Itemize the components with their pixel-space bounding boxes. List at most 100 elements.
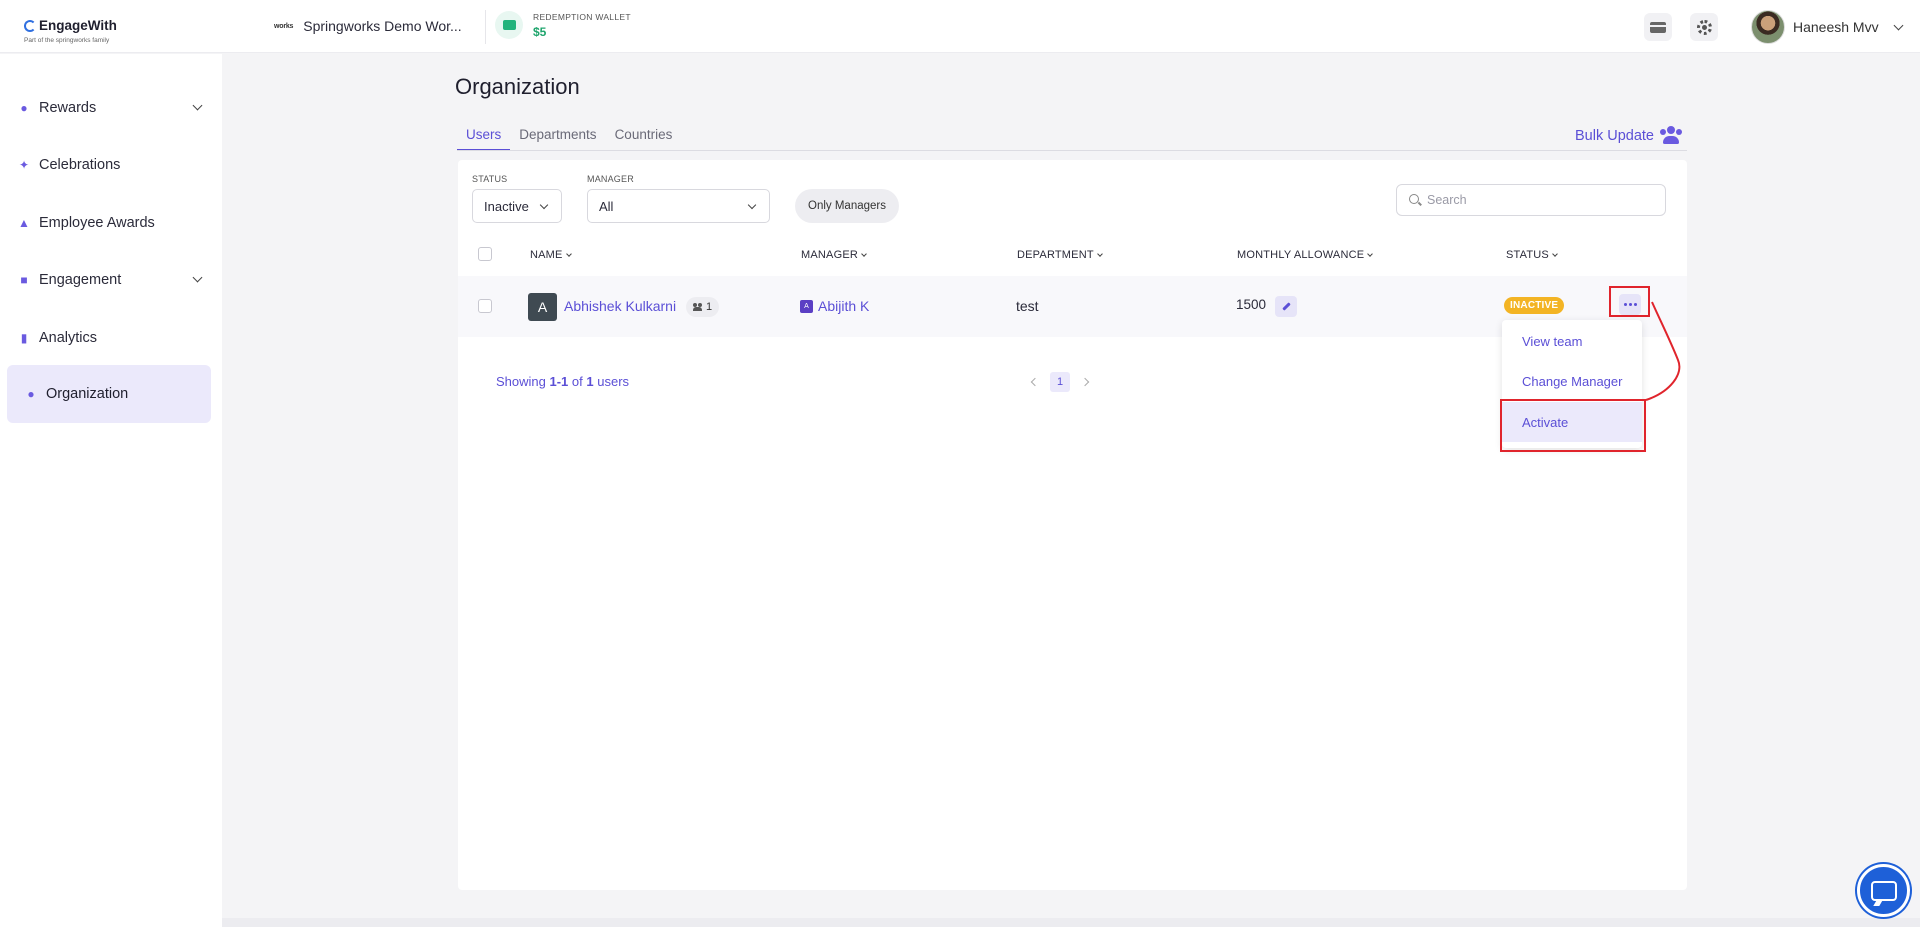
- wallet-icon: [495, 11, 523, 39]
- column-header-label: NAME: [530, 249, 563, 261]
- status-filter-value: Inactive: [484, 198, 529, 214]
- tab-bar: Users Departments Countries: [457, 125, 681, 151]
- sidebar: ● Rewards ✦ Celebrations ▲ Employee Awar…: [0, 54, 222, 927]
- chevron-down-icon: [192, 100, 203, 111]
- team-icon: [693, 303, 702, 311]
- showing-prefix: Showing: [496, 374, 546, 389]
- chevron-down-icon: [192, 272, 203, 283]
- sidebar-item-label: Celebrations: [39, 157, 121, 173]
- sidebar-item-label: Analytics: [39, 330, 98, 346]
- manager-filter-label: MANAGER: [587, 174, 634, 184]
- chevron-right-icon[interactable]: [1080, 377, 1090, 387]
- header-divider: [485, 10, 486, 44]
- billing-button[interactable]: [1644, 13, 1672, 41]
- sort-chevron-icon: [1096, 250, 1103, 257]
- people-icon: ●: [27, 387, 35, 401]
- user-name-link[interactable]: Abhishek Kulkarni: [564, 298, 676, 314]
- manager-link[interactable]: Abijith K: [818, 298, 869, 314]
- search-input[interactable]: Search: [1396, 184, 1666, 216]
- sidebar-item-label: Employee Awards: [39, 215, 155, 231]
- select-all-checkbox[interactable]: [478, 247, 492, 261]
- status-filter-label: STATUS: [472, 174, 508, 184]
- medal-icon: ●: [20, 101, 28, 115]
- sidebar-item-label: Rewards: [39, 100, 97, 116]
- redemption-wallet[interactable]: REDEMPTION WALLET $5: [495, 11, 631, 39]
- status-badge: INACTIVE: [1504, 297, 1565, 314]
- column-header-label: STATUS: [1506, 249, 1549, 261]
- column-header-manager[interactable]: MANAGER: [801, 249, 867, 261]
- avatar: A: [528, 293, 557, 321]
- users-edit-icon: [1660, 126, 1682, 146]
- top-bar: EngageWith Part of the springworks famil…: [0, 0, 1920, 53]
- monthly-allowance-value: 1500: [1236, 297, 1267, 312]
- trophy-icon: ▲: [18, 216, 30, 230]
- column-header-status[interactable]: STATUS: [1506, 249, 1558, 261]
- tab-divider: [457, 150, 1687, 151]
- sidebar-item-engagement[interactable]: ■ Engagement: [7, 252, 211, 308]
- team-count: 1: [706, 301, 713, 313]
- brand-tagline: Part of the springworks family: [24, 37, 110, 44]
- showing-range: 1-1: [549, 374, 569, 389]
- only-managers-toggle[interactable]: Only Managers: [795, 189, 899, 223]
- page-number[interactable]: 1: [1050, 372, 1070, 392]
- column-header-department[interactable]: DEPARTMENT: [1017, 249, 1103, 261]
- wallet-amount: $5: [533, 24, 547, 39]
- status-filter-select[interactable]: Inactive: [472, 189, 562, 223]
- sidebar-item-organization[interactable]: ● Organization: [7, 365, 211, 423]
- brand-name: EngageWith: [39, 18, 117, 33]
- sort-chevron-icon: [861, 250, 867, 257]
- workspace-switcher[interactable]: works Springworks Demo Wor...: [274, 18, 462, 34]
- menu-item-view-team[interactable]: View team: [1502, 321, 1642, 361]
- wallet-label: REDEMPTION WALLET: [533, 11, 631, 22]
- column-header-label: MANAGER: [801, 249, 859, 261]
- tab-departments[interactable]: Departments: [510, 125, 605, 151]
- team-count-badge[interactable]: 1: [686, 297, 720, 317]
- sidebar-item-celebrations[interactable]: ✦ Celebrations: [7, 137, 211, 193]
- showing-total: 1: [586, 374, 594, 389]
- bar-chart-icon: ▮: [20, 331, 28, 345]
- chevron-down-icon: [1893, 20, 1904, 30]
- engagement-icon: ■: [20, 273, 28, 287]
- edit-allowance-button[interactable]: [1275, 296, 1297, 317]
- sort-chevron-icon: [565, 250, 572, 257]
- showing-suffix: users: [597, 374, 630, 389]
- sidebar-item-employee-awards[interactable]: ▲ Employee Awards: [7, 195, 211, 251]
- avatar: [1751, 10, 1785, 44]
- sort-chevron-icon: [1367, 250, 1374, 257]
- tab-countries[interactable]: Countries: [606, 125, 682, 151]
- menu-item-change-manager[interactable]: Change Manager: [1502, 361, 1642, 401]
- manager-filter-select[interactable]: All: [587, 189, 770, 223]
- workspace-name: Springworks Demo Wor...: [303, 18, 462, 34]
- bulk-update-button[interactable]: Bulk Update: [1575, 126, 1682, 146]
- user-name: Haneesh Mvv: [1793, 19, 1879, 35]
- brand-logo[interactable]: EngageWith Part of the springworks famil…: [24, 18, 117, 44]
- settings-button[interactable]: [1690, 13, 1718, 41]
- sort-chevron-icon: [1552, 250, 1558, 257]
- chevron-left-icon[interactable]: [1030, 377, 1040, 387]
- annotation-highlight-activate: [1500, 399, 1646, 452]
- sidebar-item-label: Engagement: [39, 272, 122, 288]
- chevron-down-icon: [539, 200, 549, 210]
- column-header-label: DEPARTMENT: [1017, 249, 1094, 261]
- department-value: test: [1016, 298, 1039, 314]
- manager-avatar: A: [800, 300, 813, 313]
- annotation-arrow: [1645, 301, 1681, 401]
- user-menu[interactable]: Haneesh Mvv: [1751, 10, 1904, 44]
- chevron-down-icon: [747, 200, 757, 210]
- credit-card-icon: [1650, 21, 1666, 33]
- column-header-label: MONTHLY ALLOWANCE: [1237, 249, 1365, 261]
- sidebar-item-label: Organization: [46, 386, 129, 402]
- pagination: 1: [1030, 372, 1090, 392]
- workspace-logo-icon: works: [274, 22, 294, 30]
- sidebar-item-analytics[interactable]: ▮ Analytics: [7, 310, 211, 366]
- tab-users[interactable]: Users: [457, 125, 511, 151]
- engagewith-logo-icon: [24, 19, 36, 32]
- chat-support-button[interactable]: [1857, 864, 1910, 917]
- column-header-monthly-allowance[interactable]: MONTHLY ALLOWANCE: [1237, 249, 1374, 261]
- sidebar-item-rewards[interactable]: ● Rewards: [7, 80, 211, 136]
- row-checkbox[interactable]: [478, 299, 492, 313]
- showing-of: of: [571, 374, 583, 389]
- column-header-name[interactable]: NAME: [530, 249, 572, 261]
- manager-filter-value: All: [599, 198, 614, 214]
- gear-icon: [1696, 19, 1712, 35]
